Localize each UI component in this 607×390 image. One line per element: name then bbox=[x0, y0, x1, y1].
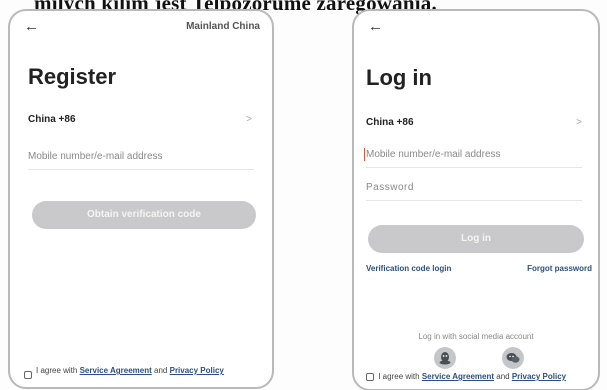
country-code-label: China +86 bbox=[28, 114, 76, 125]
privacy-policy-link[interactable]: Privacy Policy bbox=[512, 372, 566, 381]
verification-code-login-link[interactable]: Verification code login bbox=[366, 264, 451, 273]
agree-and: and bbox=[496, 372, 510, 381]
privacy-policy-link[interactable]: Privacy Policy bbox=[170, 366, 224, 375]
login-screen: ← Log in China +86 > Mobile number/e-mai… bbox=[352, 9, 600, 390]
chevron-right-icon: > bbox=[246, 114, 252, 125]
agree-prefix: I agree with bbox=[36, 366, 78, 375]
agree-and: and bbox=[154, 366, 168, 375]
wechat-login-button[interactable] bbox=[502, 347, 524, 369]
back-arrow-icon[interactable]: ← bbox=[368, 19, 383, 34]
country-code-selector[interactable]: China +86 > bbox=[366, 117, 582, 133]
social-login-caption: Log in with social media account bbox=[418, 332, 534, 341]
service-agreement-link[interactable]: Service Agreement bbox=[80, 366, 152, 375]
service-agreement-link[interactable]: Service Agreement bbox=[422, 372, 494, 381]
mobile-email-input[interactable]: Mobile number/e-mail address bbox=[364, 148, 582, 168]
agreement-row: I agree with Service Agreement and Priva… bbox=[366, 372, 594, 381]
page-title: Log in bbox=[366, 65, 432, 90]
scan-page: milych kilim jest Telpozorume zaregowani… bbox=[0, 0, 607, 390]
agreement-row: I agree with Service Agreement and Priva… bbox=[24, 366, 254, 379]
country-code-selector[interactable]: China +86 > bbox=[28, 114, 252, 130]
mobile-email-input[interactable]: Mobile number/e-mail address bbox=[28, 150, 254, 170]
qq-icon bbox=[439, 352, 451, 365]
password-input[interactable]: Password bbox=[366, 181, 582, 201]
agreement-text: I agree with Service Agreement and Priva… bbox=[24, 366, 254, 375]
agree-prefix: I agree with bbox=[378, 372, 420, 381]
qq-login-button[interactable] bbox=[434, 347, 456, 369]
obtain-verification-code-button[interactable]: Obtain verification code bbox=[32, 201, 256, 229]
agree-checkbox[interactable] bbox=[366, 372, 374, 381]
chevron-right-icon: > bbox=[576, 117, 582, 128]
register-screen: ← Mainland China Register China +86 > Mo… bbox=[8, 9, 274, 389]
page-title: Register bbox=[28, 64, 117, 89]
wechat-icon bbox=[506, 353, 520, 363]
forgot-password-link[interactable]: Forgot password bbox=[527, 264, 592, 273]
country-code-label: China +86 bbox=[366, 117, 414, 128]
agree-checkbox[interactable] bbox=[24, 371, 32, 379]
region-selector[interactable]: Mainland China bbox=[186, 21, 260, 32]
back-arrow-icon[interactable]: ← bbox=[24, 19, 39, 34]
login-button[interactable]: Log in bbox=[368, 225, 584, 253]
